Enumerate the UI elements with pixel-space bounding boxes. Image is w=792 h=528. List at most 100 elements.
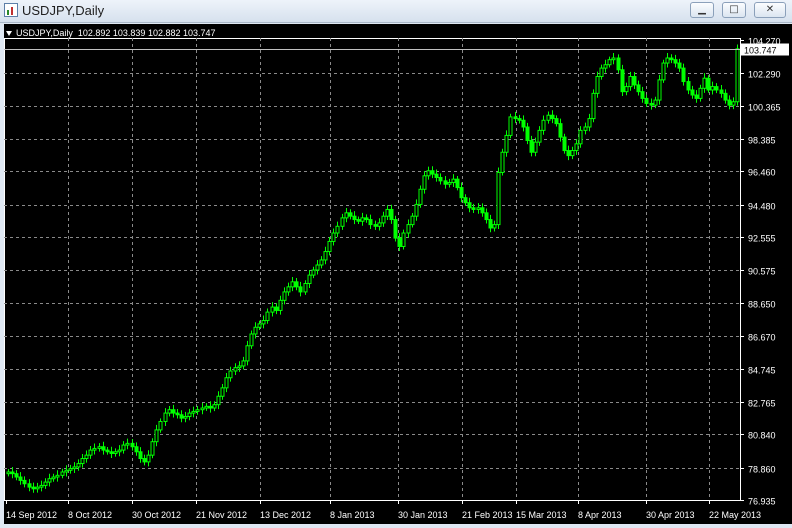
candle-body: [657, 79, 662, 101]
candle-body: [484, 212, 489, 221]
candle-body: [385, 208, 390, 217]
candle-body: [406, 224, 411, 234]
candle-body: [92, 447, 97, 451]
candle-body: [661, 62, 666, 81]
candle-body: [607, 59, 612, 66]
x-tick-label: 21 Nov 2012: [196, 510, 247, 520]
candle-body: [307, 274, 312, 285]
candle-body: [669, 57, 674, 61]
title-bar[interactable]: USDJPY,Daily ▁ □ ✕: [0, 0, 792, 23]
candle-body: [22, 479, 27, 485]
candle-body: [327, 240, 332, 253]
candle-body: [525, 126, 530, 141]
candle-body: [195, 409, 200, 412]
y-tick-label: 88.650: [748, 300, 776, 310]
candle-body: [537, 129, 542, 143]
candle-body: [43, 481, 48, 486]
candle-body: [51, 476, 56, 480]
candle-body: [620, 69, 625, 93]
candle-body: [644, 97, 649, 104]
candle-body: [595, 76, 600, 94]
candle-body: [220, 387, 225, 397]
maximize-button[interactable]: □: [722, 2, 746, 18]
candlestick-chart[interactable]: 104.270102.290100.36598.38596.46094.4809…: [4, 24, 792, 524]
candle-body: [163, 412, 168, 422]
candle-body: [714, 86, 719, 91]
candle-body: [541, 119, 546, 131]
candle-body: [488, 219, 493, 229]
candle-body: [233, 367, 238, 372]
candle-body: [191, 410, 196, 414]
candle-body: [681, 67, 686, 83]
candle-body: [179, 414, 184, 419]
candle-body: [624, 86, 629, 93]
candle-body: [274, 306, 279, 311]
candle-body: [216, 395, 221, 406]
candle-body: [14, 473, 19, 478]
candle-body: [550, 114, 555, 120]
candle-body: [364, 217, 369, 221]
candle-body: [261, 320, 266, 325]
y-tick-label: 90.575: [748, 267, 776, 277]
candle-body: [158, 420, 163, 431]
candle-body: [212, 404, 217, 409]
candle-body: [599, 67, 604, 78]
candle-body: [632, 76, 637, 86]
current-price-label: 103.747: [744, 46, 777, 56]
price-chart[interactable]: 104.270 102.290 100.365 98.385 96.460 94.480 9…: [4, 24, 792, 524]
candle-body: [245, 345, 250, 362]
candle-body: [88, 449, 93, 456]
candle-body: [113, 451, 118, 454]
y-tick-label: 100.365: [748, 103, 781, 113]
candle-body: [335, 225, 340, 234]
candle-body: [583, 126, 588, 131]
x-tick-label: 13 Dec 2012: [260, 510, 311, 520]
x-tick-label: 30 Apr 2013: [646, 510, 695, 520]
minimize-button[interactable]: ▁: [690, 2, 714, 18]
candle-body: [224, 377, 229, 389]
candle-body: [167, 409, 172, 414]
y-tick-label: 98.385: [748, 136, 776, 146]
close-button[interactable]: ✕: [754, 2, 786, 18]
candle-body: [533, 141, 538, 153]
candle-body: [393, 219, 398, 239]
candle-body: [60, 471, 65, 476]
candle-body: [636, 84, 641, 93]
candle-body: [459, 187, 464, 199]
candle-body: [356, 219, 361, 222]
candle-body: [200, 407, 205, 411]
candle-body: [587, 118, 592, 128]
candle-body: [381, 215, 386, 224]
y-tick-label: 78.860: [748, 465, 776, 475]
candle-body: [471, 207, 476, 210]
candle-body: [204, 405, 209, 409]
chart-symbol: USDJPY,Daily: [16, 28, 73, 38]
candle-body: [410, 215, 415, 226]
candle-body: [142, 458, 147, 463]
candle-body: [455, 178, 460, 189]
candle-body: [47, 478, 52, 483]
candle-body: [265, 311, 270, 322]
candle-body: [616, 57, 621, 71]
candle-body: [35, 486, 40, 490]
candle-body: [154, 429, 159, 443]
chart-window-icon: [4, 3, 18, 17]
candle-body: [368, 219, 373, 226]
candle-body: [64, 469, 69, 473]
candle-body: [311, 269, 316, 276]
y-tick-label: 80.840: [748, 431, 776, 441]
candle-body: [298, 286, 303, 293]
dropdown-arrow-icon[interactable]: [6, 31, 12, 37]
candle-body: [603, 64, 608, 69]
candle-body: [72, 466, 77, 470]
y-tick-label: 94.480: [748, 202, 776, 212]
y-tick-label: 96.460: [748, 168, 776, 178]
candle-body: [611, 57, 616, 61]
candle-body: [18, 476, 23, 481]
x-tick-label: 8 Oct 2012: [68, 510, 112, 520]
chart-window: USDJPY,Daily ▁ □ ✕ 104.270 102.290 100.365…: [0, 0, 792, 528]
candle-body: [422, 175, 427, 190]
candle-body: [97, 446, 102, 449]
candle-body: [130, 442, 135, 448]
candle-body: [278, 299, 283, 311]
